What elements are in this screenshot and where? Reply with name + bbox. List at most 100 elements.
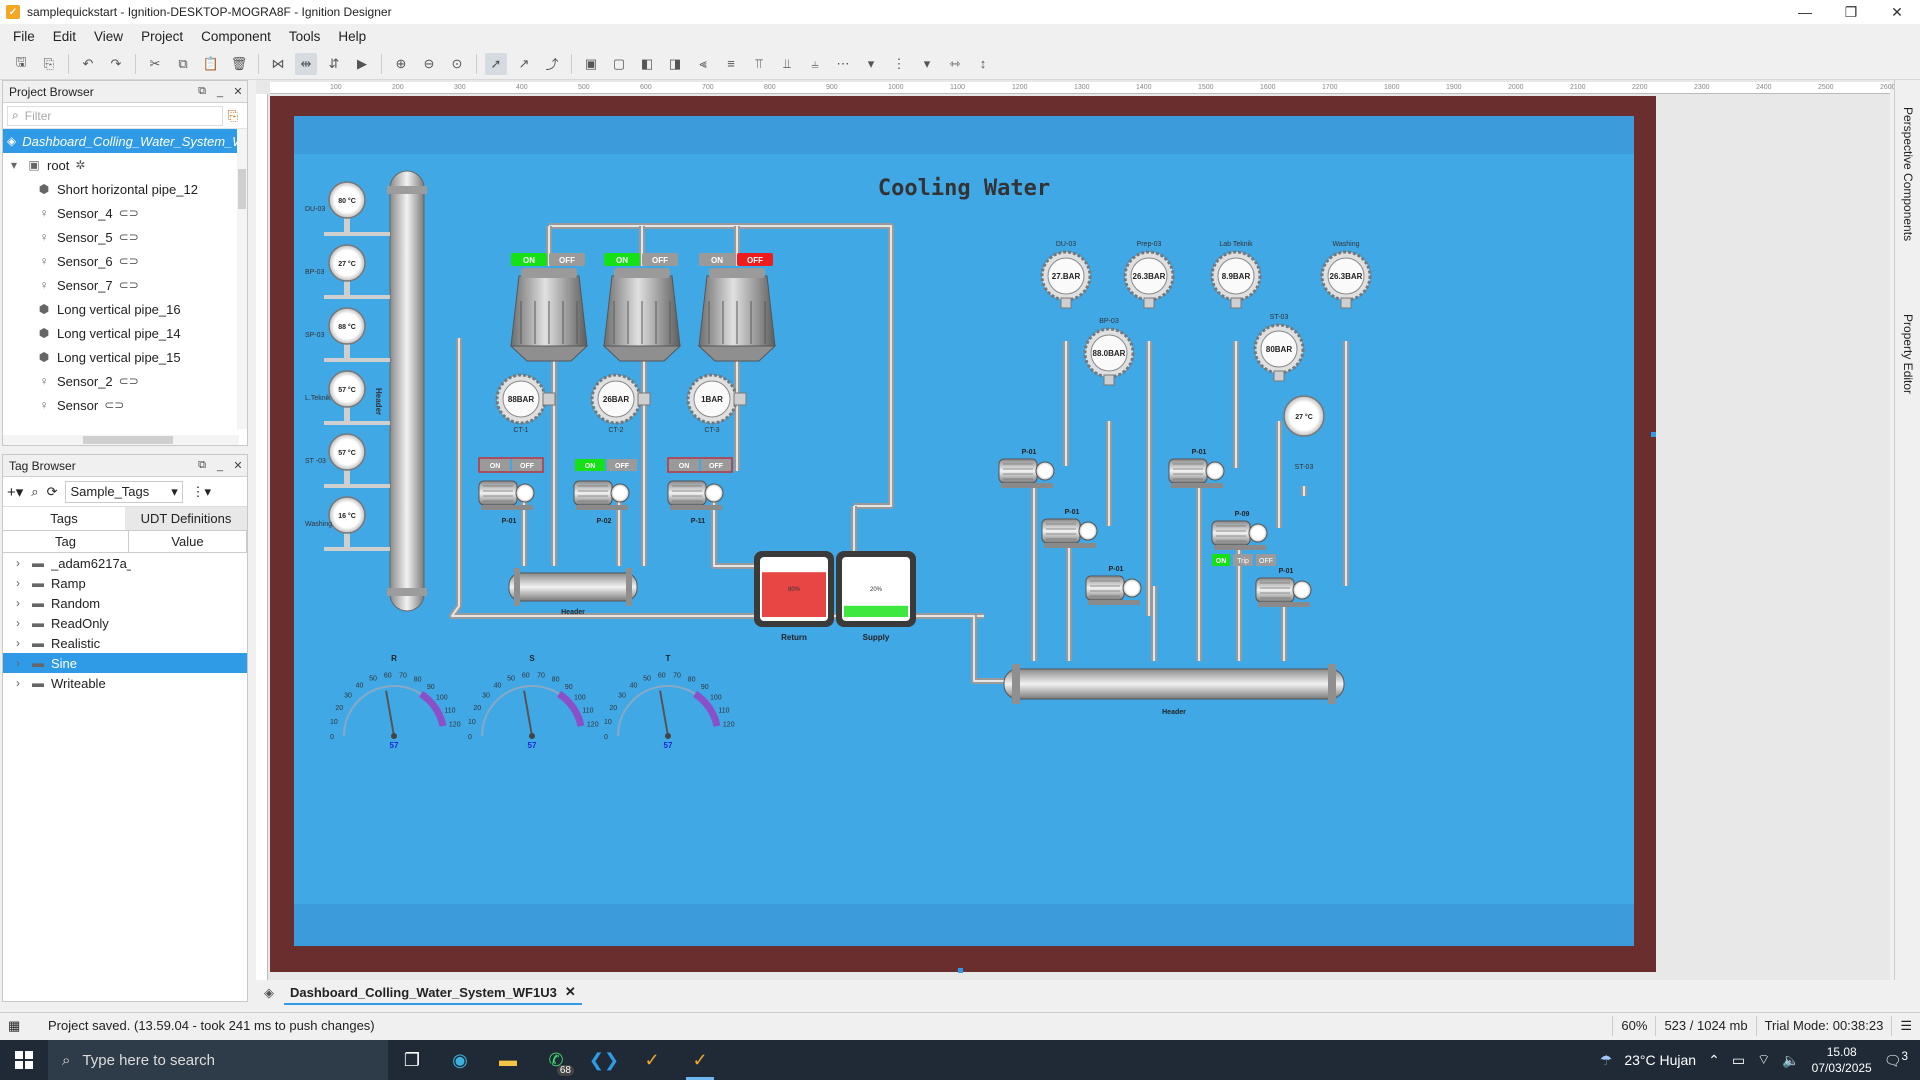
task-view-icon[interactable]: ❐ [388,1040,436,1080]
grid-status-icon[interactable]: ▦ [8,1018,20,1034]
menu-project[interactable]: Project [132,29,192,44]
clock[interactable]: 15.08 07/03/2025 [1812,1044,1872,1076]
save-icon[interactable]: 🖫 [10,53,32,75]
whatsapp-icon[interactable]: ✆ 68 [532,1040,580,1080]
resize-handle[interactable] [1651,432,1656,437]
tag-folder-row[interactable]: › ▬ Realistic [3,633,247,653]
menu-help[interactable]: Help [329,29,375,44]
same-height-icon[interactable]: ↕ [972,53,994,75]
windows-start-icon[interactable] [0,1040,48,1080]
align-vertical-icon[interactable]: ⇵ [323,53,345,75]
minimize-button[interactable]: — [1782,0,1828,24]
close-tab-icon[interactable]: ✕ [565,984,576,1000]
horizontal-header-pipe[interactable] [1003,668,1345,700]
align-horizontal-icon[interactable]: ⇹ [295,52,317,75]
close-button[interactable]: ✕ [1874,0,1920,24]
weather-text[interactable]: 23°C Hujan [1624,1052,1696,1068]
add-tag-icon[interactable]: +▾ [7,483,23,501]
snap-icon[interactable]: ⋈ [267,53,289,75]
save-all-icon[interactable]: ⎘ [38,53,60,75]
distribute-vertical-icon[interactable]: ⋮ [888,53,910,75]
undo-icon[interactable]: ↶ [77,53,99,75]
collapse-chevron-icon[interactable]: ▾ [7,158,21,172]
tree-item[interactable]: ⬢ Long vertical pipe_14 [3,321,247,345]
vscode-icon[interactable]: ❮❯ [580,1040,628,1080]
align-left-icon[interactable]: ⫷ [692,53,714,75]
menu-component[interactable]: Component [192,29,280,44]
volume-icon[interactable]: 🔈 [1782,1052,1799,1069]
zoom-out-icon[interactable]: ⊖ [418,53,440,75]
pump-motor[interactable] [1255,577,1295,603]
tree-item[interactable]: ♀ Sensor_5 ⊂⊃ [3,225,247,249]
refresh-icon[interactable]: ⟳ [47,484,58,500]
tree-item[interactable]: ♀ Sensor_2 ⊂⊃ [3,369,247,393]
expand-chevron-icon[interactable]: › [11,596,25,610]
tree-item[interactable]: ⬢ Short horizontal pipe_12 [3,177,247,201]
preview-play-icon[interactable]: ▶ [351,53,373,75]
pump-motor[interactable] [1041,518,1081,544]
tree-item[interactable]: ♀ Sensor_4 ⊂⊃ [3,201,247,225]
memory-usage[interactable]: 523 / 1024 mb [1655,1015,1755,1036]
paste-icon[interactable]: 📋 [200,53,222,75]
status-options-icon[interactable]: ☰ [1891,1015,1920,1036]
tab-tags[interactable]: Tags [3,507,125,530]
distribute-dropdown-icon[interactable]: ▾ [860,53,882,75]
horizontal-header-pipe[interactable] [508,572,638,602]
zoom-in-icon[interactable]: ⊕ [390,53,412,75]
menu-view[interactable]: View [85,29,132,44]
redo-icon[interactable]: ↷ [105,53,127,75]
tree-item[interactable]: ♀ Sensor ⊂⊃ [3,393,247,417]
scrollbar-thumb[interactable] [238,169,246,209]
chevron-up-icon[interactable]: ⌃ [1708,1052,1720,1069]
project-filter-input[interactable]: ⌕ Filter [7,105,223,126]
scrollbar-thumb[interactable] [83,436,173,444]
tree-horizontal-scrollbar[interactable] [3,435,239,445]
distribute-icon[interactable]: ⋯ [832,53,854,75]
expand-chevron-icon[interactable]: › [11,556,25,570]
minimize-panel-icon[interactable]: _ [211,86,229,98]
tree-vertical-scrollbar[interactable] [237,129,247,429]
close-panel-icon[interactable]: ✕ [229,459,247,472]
tree-view-item[interactable]: ◈ Dashboard_Colling_Water_System_WF1U3 [3,129,247,153]
more-options-icon[interactable]: ⋮▾ [191,484,211,500]
ignition-designer-icon[interactable]: ✓ [676,1040,724,1080]
cut-icon[interactable]: ✂ [144,53,166,75]
tag-folder-row[interactable]: › ▬ ReadOnly [3,613,247,633]
tree-root-item[interactable]: ▾ ▣ root ✲ [3,153,247,177]
minimize-panel-icon[interactable]: _ [211,460,229,472]
expand-chevron-icon[interactable]: › [11,636,25,650]
ungroup-icon[interactable]: ▢ [608,53,630,75]
column-value[interactable]: Value [129,531,247,552]
tree-item[interactable]: ♀ Sensor_6 ⊂⊃ [3,249,247,273]
resize-handle[interactable] [958,968,963,973]
edge-browser-icon[interactable]: ◉ [436,1040,484,1080]
property-editor-tab[interactable]: Property Editor [1897,284,1919,424]
menu-tools[interactable]: Tools [280,29,330,44]
column-tag[interactable]: Tag [3,531,129,552]
menu-file[interactable]: File [4,29,44,44]
align-top-icon[interactable]: ⫪ [748,53,770,75]
expand-chevron-icon[interactable]: › [11,676,25,690]
menu-edit[interactable]: Edit [44,29,85,44]
pump-motor[interactable] [1211,520,1251,546]
expand-chevron-icon[interactable]: › [11,576,25,590]
distribute-vertical-dropdown-icon[interactable]: ▾ [916,53,938,75]
tag-folder-row[interactable]: › ▬ Random [3,593,247,613]
battery-icon[interactable]: ▭ [1732,1052,1745,1069]
doc-tab-dashboard[interactable]: Dashboard_Colling_Water_System_WF1U3 ✕ [284,981,582,1005]
weather-icon[interactable]: ☂ [1600,1052,1613,1069]
send-back-icon[interactable]: ◨ [664,53,686,75]
taskbar-search-input[interactable]: ⌕ Type here to search [48,1040,388,1080]
ignition-launcher-icon[interactable]: ✓ [628,1040,676,1080]
zoom-fit-icon[interactable]: ⊙ [446,53,468,75]
delete-icon[interactable]: 🗑 [228,53,250,75]
tree-item[interactable]: ♀ Sensor_7 ⊂⊃ [3,273,247,297]
filter-options-icon[interactable]: ⎘ [223,108,243,124]
float-panel-icon[interactable]: ⧉ [193,85,211,98]
tree-item[interactable]: ⬢ Long vertical pipe_16 [3,297,247,321]
close-panel-icon[interactable]: ✕ [229,85,247,98]
selection-tool-icon[interactable]: ➚ [485,52,507,75]
align-bottom-icon[interactable]: ⫨ [804,53,826,75]
same-width-icon[interactable]: ⇿ [944,53,966,75]
bring-front-icon[interactable]: ◧ [636,53,658,75]
